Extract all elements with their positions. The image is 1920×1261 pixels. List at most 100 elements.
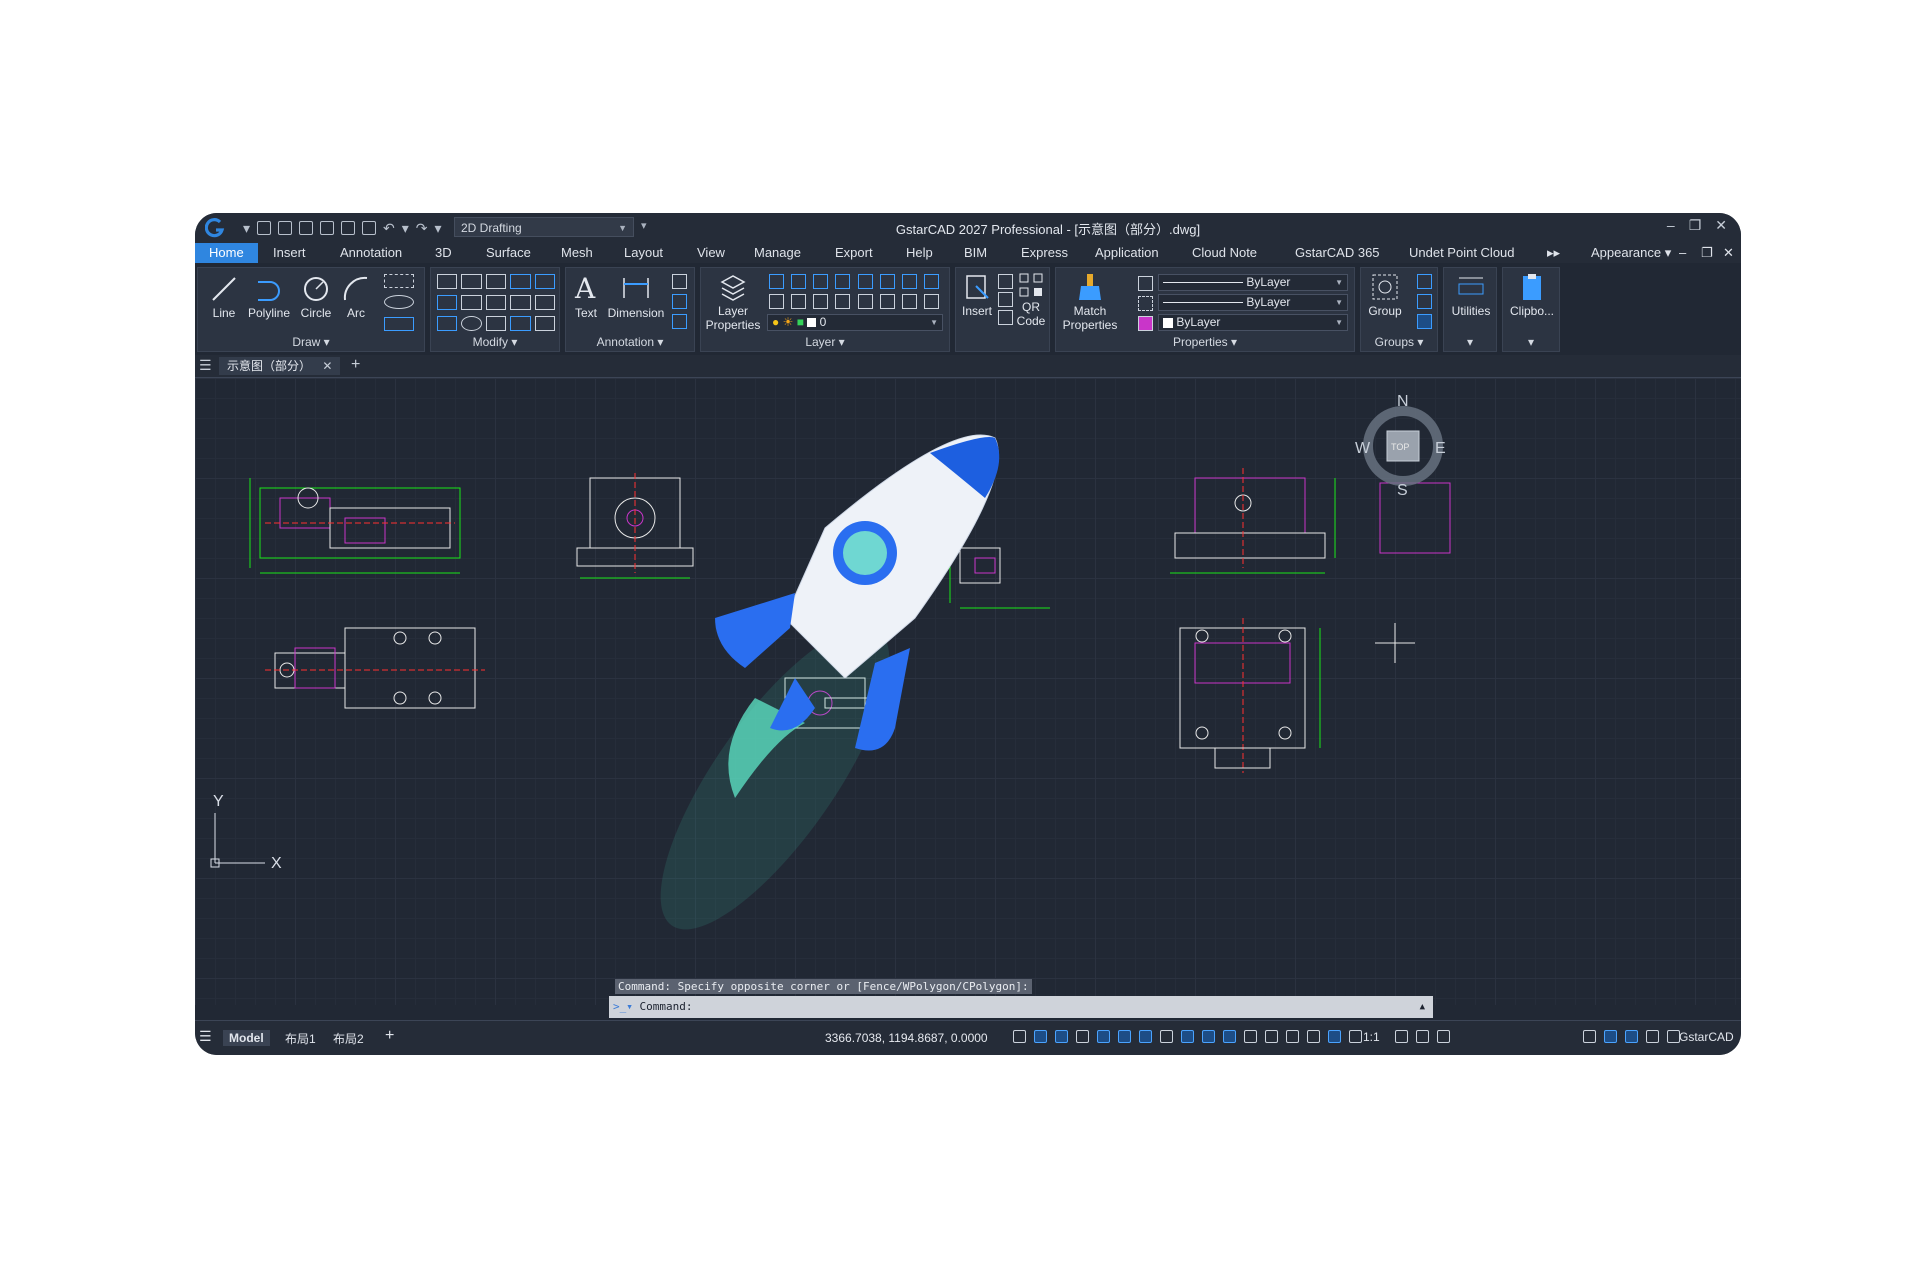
transparency-icon[interactable]: [1223, 1030, 1236, 1043]
layer-tool-icon[interactable]: [879, 294, 895, 309]
appearance-menu[interactable]: Appearance ▾: [1591, 245, 1671, 261]
layer-tool-icon[interactable]: [857, 294, 873, 309]
leader-icon[interactable]: [672, 294, 687, 309]
layer-panel-title[interactable]: Layer ▾: [701, 335, 949, 349]
circle-tool[interactable]: Circle: [298, 274, 334, 320]
lock-ui-icon[interactable]: [1604, 1030, 1617, 1043]
trim-icon[interactable]: [510, 295, 531, 310]
stretch-icon[interactable]: [437, 316, 458, 331]
ellipse-icon[interactable]: [384, 295, 414, 310]
viewcube-face[interactable]: TOP: [1391, 442, 1409, 452]
selection-cycle-icon[interactable]: [1244, 1030, 1257, 1043]
chevron-down-icon[interactable]: ▾: [1444, 335, 1496, 349]
tab-application[interactable]: Application: [1095, 245, 1159, 260]
utilities-tool[interactable]: Utilities: [1444, 272, 1498, 318]
break-icon[interactable]: [534, 316, 555, 331]
layer-tool-icon[interactable]: [791, 274, 807, 289]
chevron-up-icon[interactable]: ▲: [1420, 996, 1425, 1018]
polar-icon[interactable]: [1097, 1030, 1110, 1043]
osnap-icon[interactable]: [1118, 1030, 1131, 1043]
tab-3d[interactable]: 3D: [435, 245, 452, 260]
offset-icon[interactable]: [485, 274, 507, 289]
drawing-canvas[interactable]: Y X N S E W TOP ‖ ✕ ⚙: [195, 378, 1741, 1005]
annotation-panel-title[interactable]: Annotation ▾: [566, 335, 694, 349]
tab-annotation[interactable]: Annotation: [340, 245, 402, 260]
explode-icon[interactable]: [534, 295, 555, 310]
layer-tool-icon[interactable]: [879, 274, 895, 289]
groups-panel-title[interactable]: Groups ▾: [1361, 335, 1437, 349]
block-edit-icon[interactable]: [998, 274, 1013, 289]
command-line[interactable]: >_▾ Command: ▲: [609, 996, 1433, 1018]
layer-tool-icon[interactable]: [769, 294, 784, 309]
select-filter-icon[interactable]: [1286, 1030, 1299, 1043]
more-tabs-icon[interactable]: ▸▸: [1547, 245, 1560, 261]
zoom-icon[interactable]: [1307, 1030, 1320, 1043]
color-select[interactable]: ByLayer ▼: [1158, 314, 1348, 331]
annotation-visibility-icon[interactable]: [1395, 1030, 1408, 1043]
align-icon[interactable]: [534, 274, 555, 289]
tab-bim[interactable]: BIM: [964, 245, 987, 260]
layer-properties-tool[interactable]: Layer Properties: [703, 272, 763, 332]
document-tab[interactable]: 示意图（部分） ✕: [219, 357, 341, 375]
hatch-icon[interactable]: [384, 316, 414, 331]
tab-home[interactable]: Home: [195, 243, 258, 263]
array-icon[interactable]: [510, 274, 531, 289]
polyline-tool[interactable]: Polyline: [246, 274, 292, 320]
clipboard-tool[interactable]: Clipbo...: [1503, 272, 1561, 318]
model-tab[interactable]: Model: [223, 1030, 270, 1046]
ungroup-icon[interactable]: [1417, 274, 1432, 289]
snap-icon[interactable]: [1034, 1030, 1047, 1043]
hamburger-menu-icon[interactable]: ☰: [199, 357, 212, 374]
lineweight-toggle-icon[interactable]: [1202, 1030, 1215, 1043]
modify-panel-title[interactable]: Modify ▾: [431, 335, 559, 349]
layout1-tab[interactable]: 布局1: [285, 1030, 316, 1047]
viewcube-south[interactable]: S: [1397, 482, 1408, 499]
coordinates-readout[interactable]: 3366.7038, 1194.8687, 0.0000: [825, 1031, 988, 1045]
current-layer-select[interactable]: ● ☀ ■ 0 ▼: [767, 314, 943, 331]
properties-panel-title[interactable]: Properties ▾: [1056, 335, 1354, 349]
tab-export[interactable]: Export: [835, 245, 873, 260]
linear-dim-icon[interactable]: [672, 314, 687, 329]
mirror-icon[interactable]: [461, 295, 482, 310]
group-select-icon[interactable]: [1417, 314, 1432, 329]
tab-view[interactable]: View: [697, 245, 725, 260]
qr-code-tool[interactable]: QR Code: [1014, 272, 1048, 328]
layer-tool-icon[interactable]: [923, 274, 939, 289]
group-tool[interactable]: Group: [1363, 272, 1407, 318]
erase-icon[interactable]: [437, 274, 458, 289]
grid-icon[interactable]: [1013, 1030, 1026, 1043]
annotation-scale[interactable]: 1:1: [1363, 1030, 1380, 1044]
layer-tool-icon[interactable]: [835, 274, 851, 289]
viewcube-north[interactable]: N: [1397, 393, 1409, 410]
dyn-input-icon[interactable]: [1181, 1030, 1194, 1043]
doc-restore-icon[interactable]: ❐: [1701, 245, 1713, 261]
move-icon[interactable]: [437, 295, 458, 310]
layer-tool-icon[interactable]: [835, 294, 851, 309]
hardware-accel-icon[interactable]: [1646, 1030, 1659, 1043]
tab-express[interactable]: Express: [1021, 245, 1068, 260]
tab-undet-point-cloud[interactable]: Undet Point Cloud: [1409, 245, 1515, 260]
layout2-tab[interactable]: 布局2: [333, 1030, 364, 1047]
layer-tool-icon[interactable]: [813, 294, 829, 309]
copy-icon[interactable]: [461, 274, 482, 289]
hamburger-menu-icon[interactable]: ☰: [199, 1028, 212, 1045]
tab-manage[interactable]: Manage: [754, 245, 801, 260]
text-tool[interactable]: A Text: [570, 272, 602, 320]
point-icon[interactable]: [384, 274, 414, 288]
model-space-icon[interactable]: [1328, 1030, 1341, 1043]
tab-insert[interactable]: Insert: [273, 245, 306, 260]
layer-tool-icon[interactable]: [901, 294, 917, 309]
tab-layout[interactable]: Layout: [624, 245, 663, 260]
ortho-icon[interactable]: [1076, 1030, 1089, 1043]
tab-mesh[interactable]: Mesh: [561, 245, 593, 260]
match-properties-tool[interactable]: Match Properties: [1060, 272, 1120, 332]
3d-osnap-icon[interactable]: [1265, 1030, 1278, 1043]
gear-icon[interactable]: [1583, 1030, 1596, 1043]
table-icon[interactable]: [672, 274, 687, 289]
layer-tool-icon[interactable]: [813, 274, 829, 289]
viewcube-west[interactable]: W: [1355, 440, 1371, 457]
minimize-icon[interactable]: –: [1667, 217, 1675, 234]
dimension-tool[interactable]: Dimension: [606, 272, 666, 320]
chevron-down-icon[interactable]: ▾: [1503, 335, 1559, 349]
insert-tool[interactable]: Insert: [958, 272, 996, 318]
